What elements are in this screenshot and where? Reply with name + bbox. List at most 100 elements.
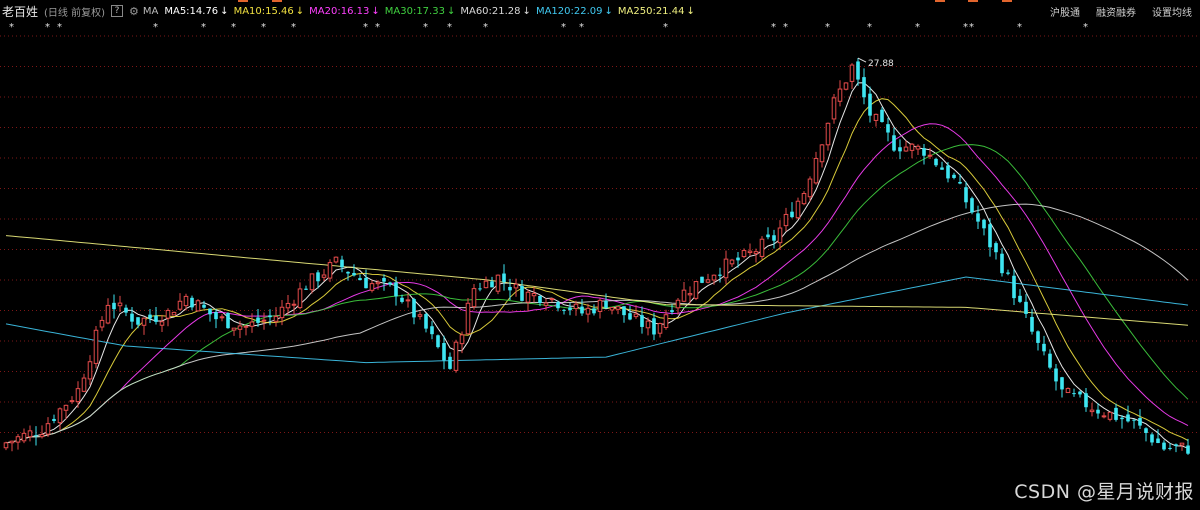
candle-body: [723, 258, 729, 279]
event-star-icon: *: [291, 22, 296, 33]
candle-body: [633, 313, 639, 318]
menu-item-hk-connect[interactable]: 沪股通: [1050, 4, 1080, 19]
candle-body: [279, 306, 285, 319]
candle-body: [130, 313, 134, 322]
candle-body: [1179, 442, 1185, 446]
candle-body: [670, 310, 674, 313]
ma-label[interactable]: MA: [143, 6, 158, 17]
candle-body: [21, 432, 27, 442]
ma-legend-item[interactable]: MA20:16.13 ↓: [309, 6, 380, 17]
candle-body: [759, 238, 765, 257]
candle-body: [304, 288, 308, 290]
ma-legend-item[interactable]: MA250:21.44 ↓: [618, 6, 695, 17]
candle-body: [34, 435, 38, 437]
candle-body: [1065, 388, 1071, 394]
candle-body: [1168, 447, 1172, 449]
candle-body: [958, 181, 962, 184]
candle-body: [465, 302, 471, 335]
candle-body: [327, 262, 333, 279]
candle-body: [231, 327, 237, 331]
candle-body: [1084, 393, 1088, 408]
candle-body: [741, 250, 747, 258]
event-star-icon: *: [423, 22, 428, 33]
candle-body: [1018, 295, 1022, 302]
ma-legend-item[interactable]: MA5:14.76 ↓: [164, 6, 228, 17]
candle-body: [436, 335, 440, 348]
event-star-icon: *: [447, 22, 452, 33]
ma-line-ma5: [5, 82, 1189, 449]
candle-body: [622, 306, 626, 316]
candlestick-chart[interactable]: * * * * * * * * * * * * * * * * * * * * * * * * * 27.88: [0, 22, 1200, 510]
candle-body: [75, 388, 81, 403]
candle-body: [573, 303, 579, 310]
event-star-icon: *: [45, 22, 50, 33]
candle-body: [645, 320, 651, 329]
down-arrow-icon: ↓: [522, 5, 531, 17]
candle-body: [52, 418, 56, 421]
candle-body: [369, 283, 375, 291]
candle-body: [15, 436, 21, 443]
candle-body: [520, 285, 524, 301]
candle-body: [297, 288, 303, 309]
candle-body: [825, 122, 831, 146]
candle-body: [190, 297, 194, 308]
ma-legend-item[interactable]: MA30:17.33 ↓: [385, 6, 456, 17]
candle-body: [964, 187, 968, 203]
help-icon[interactable]: ?: [111, 5, 123, 17]
candle-body: [291, 303, 297, 306]
event-star-icon: *: [1083, 22, 1088, 33]
tab-indicator: [1002, 0, 1012, 2]
candle-body: [562, 309, 566, 311]
candle-body: [1054, 368, 1058, 382]
period-mode[interactable]: (日线 前复权): [44, 4, 105, 19]
candle-body: [1126, 414, 1130, 422]
stock-name[interactable]: 老百姓: [2, 3, 38, 20]
candle-body: [358, 278, 362, 281]
candle-body: [81, 377, 87, 392]
candle-body: [39, 434, 45, 438]
event-star-icon: *: [969, 22, 974, 33]
down-arrow-icon: ↓: [295, 5, 305, 17]
candle-body: [375, 281, 381, 285]
candle-body: [927, 154, 933, 157]
candle-body: [747, 250, 753, 254]
candle-body: [729, 259, 735, 265]
ma-legend-item[interactable]: MA120:22.09 ↓: [536, 6, 613, 17]
down-arrow-icon: ↓: [220, 5, 229, 17]
candle-body: [141, 317, 147, 326]
candle-body: [531, 292, 537, 297]
candle-body: [430, 326, 434, 335]
candle-body: [3, 442, 9, 449]
max-price-label: 27.88: [868, 59, 894, 69]
ma-legend-item[interactable]: MA10:15.46 ↓: [234, 6, 305, 17]
candle-body: [1072, 393, 1076, 395]
ma-legend-value: MA60:21.28: [460, 5, 521, 17]
menu-item-margin[interactable]: 融资融券: [1096, 4, 1136, 19]
candle-body: [837, 88, 843, 102]
candle-body: [736, 257, 740, 261]
candle-body: [813, 157, 819, 184]
tab-indicator: [238, 0, 248, 2]
event-star-icon: *: [363, 22, 368, 33]
candle-body: [1107, 411, 1113, 420]
candle-body: [1114, 407, 1118, 420]
right-menu: 沪股通 融资融券 设置均线: [1034, 0, 1192, 22]
candle-body: [105, 304, 111, 324]
ma-legend: MA5:14.76 ↓ MA10:15.46 ↓ MA20:16.13 ↓ MA30:17.…: [164, 6, 700, 17]
menu-item-ma-settings[interactable]: 设置均线: [1152, 4, 1192, 19]
candle-body: [705, 279, 711, 283]
gear-icon[interactable]: ⚙: [129, 5, 139, 18]
candle-body: [970, 198, 974, 213]
candle-body: [243, 325, 249, 328]
candle-body: [417, 314, 423, 317]
candle-body: [675, 299, 681, 309]
candle-body: [87, 361, 93, 380]
event-star-icon: *: [963, 22, 968, 33]
candle-body: [1101, 415, 1107, 418]
candle-body: [195, 300, 201, 312]
ma-legend-item[interactable]: MA60:21.28 ↓: [460, 6, 531, 17]
candle-body: [862, 77, 866, 98]
event-star-icon: *: [561, 22, 566, 33]
candle-body: [352, 272, 356, 276]
down-arrow-icon: ↓: [686, 5, 695, 17]
